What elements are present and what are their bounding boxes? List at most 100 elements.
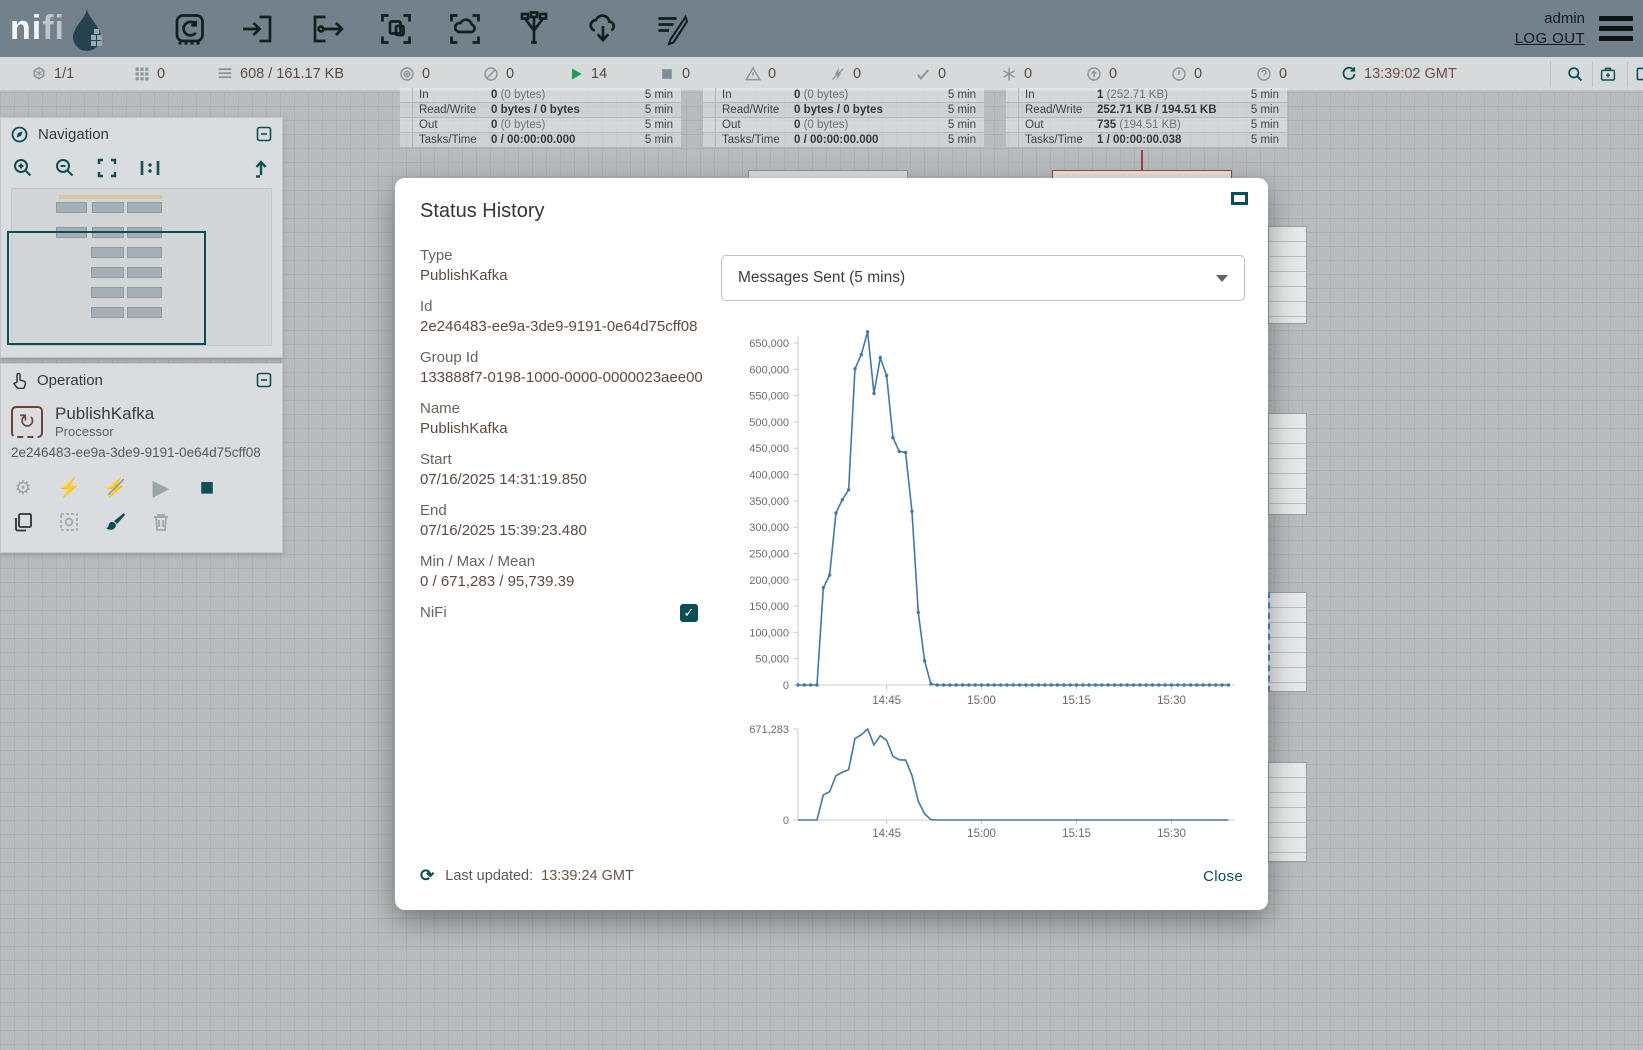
stat-value: 0 (0 bytes): [794, 118, 938, 132]
disable-bolt-slash-icon[interactable]: ⚡: [103, 476, 127, 500]
operation-title: Operation: [37, 372, 103, 389]
minimap-viewport[interactable]: [7, 231, 206, 345]
statusbar-stopped-components: 0: [658, 57, 690, 91]
statusbar-transmitting-remote: 0: [398, 57, 430, 91]
stat-label: In: [1019, 88, 1097, 102]
app-header: nifi admin: [0, 0, 1643, 57]
field-value: 07/16/2025 14:31:19.850: [420, 470, 705, 490]
field-group-id: Group Id 133888f7-0198-1000-0000-0000023…: [420, 348, 705, 388]
start-play-icon[interactable]: ▶: [149, 475, 173, 501]
field-end: End 07/16/2025 15:39:23.480: [420, 501, 705, 541]
chevron-down-icon: [1216, 275, 1228, 282]
refresh-icon[interactable]: [1340, 66, 1357, 83]
processor-stats-table: In 1 (252.71 KB) 5 min Read/Write 252.71…: [1006, 88, 1287, 148]
square-icon[interactable]: [1634, 66, 1643, 83]
field-name: Name PublishKafka: [420, 399, 705, 439]
stat-window: 5 min: [938, 88, 984, 102]
statusbar-count: 14: [591, 66, 607, 82]
medkit-icon[interactable]: [1599, 66, 1616, 83]
series-checkbox[interactable]: ✓: [680, 604, 698, 622]
refresh-icon[interactable]: ⟳: [420, 866, 434, 886]
svg-text:250,000: 250,000: [749, 548, 789, 560]
zoom-out-icon[interactable]: [55, 158, 75, 178]
global-menu-icon[interactable]: [1599, 11, 1633, 46]
warning-icon: [744, 66, 761, 83]
jump-up-icon[interactable]: [252, 158, 270, 178]
svg-text:0: 0: [783, 680, 789, 692]
field-type: Type PublishKafka: [420, 246, 705, 286]
stat-value: 0 bytes / 0 bytes: [794, 103, 938, 117]
zoom-in-icon[interactable]: [13, 158, 33, 178]
processor-icon[interactable]: [169, 9, 209, 49]
stat-window: 5 min: [1241, 103, 1287, 117]
stat-label: Tasks/Time: [716, 133, 794, 147]
clipboard-partial-button[interactable]: [1634, 57, 1643, 91]
statusbar-refresh[interactable]: 13:39:02 GMT: [1340, 57, 1457, 91]
check-icon: [914, 66, 931, 83]
remote-process-group-icon[interactable]: [445, 9, 485, 49]
color-brush-icon[interactable]: [103, 512, 127, 532]
collapse-operation-icon[interactable]: [256, 372, 272, 388]
field-value: PublishKafka: [420, 419, 705, 439]
process-group-icon[interactable]: [376, 9, 416, 49]
collapse-navigation-icon[interactable]: [256, 126, 272, 142]
component-toolbar: [169, 9, 692, 49]
delete-trash-icon[interactable]: [149, 512, 173, 532]
svg-text:200,000: 200,000: [749, 575, 789, 587]
metric-select[interactable]: Messages Sent (5 mins): [721, 255, 1245, 301]
enable-bolt-icon[interactable]: ⚡: [57, 476, 81, 500]
svg-text:14:45: 14:45: [872, 695, 901, 707]
dialog-footer: ⟳ Last updated: 13:39:24 GMT Close: [420, 862, 1243, 890]
stat-row: Read/Write 0 bytes / 0 bytes 5 min: [400, 103, 681, 118]
close-button[interactable]: Close: [1203, 868, 1243, 885]
connection-partial: [1268, 413, 1307, 515]
maximize-icon[interactable]: [1231, 192, 1248, 205]
stop-icon[interactable]: ■: [195, 474, 219, 502]
nifi-logo-text: nifi: [10, 9, 65, 48]
stat-label: Read/Write: [1019, 103, 1097, 117]
search-icon[interactable]: [1566, 66, 1583, 83]
label-icon[interactable]: [652, 9, 692, 49]
statusbar-count: 0: [938, 66, 946, 82]
stat-window: 5 min: [1241, 118, 1287, 132]
stat-window: 5 min: [1241, 133, 1287, 147]
navigation-title: Navigation: [38, 126, 109, 143]
flow-download-icon[interactable]: [583, 9, 623, 49]
stat-row: Tasks/Time 0 / 00:00:00.000 5 min: [703, 133, 984, 148]
logout-link[interactable]: LOG OUT: [1515, 29, 1585, 49]
statusbar-disabled-components: 0: [829, 57, 861, 91]
copy-icon[interactable]: [11, 512, 35, 532]
zoom-actual-icon[interactable]: [139, 158, 161, 178]
slash-circle-icon: [482, 66, 499, 83]
zoom-fit-icon[interactable]: [97, 158, 117, 178]
nifi-logo: nifi: [10, 7, 155, 51]
group-select-icon[interactable]: [57, 512, 81, 532]
stat-label: Read/Write: [716, 103, 794, 117]
statusbar-count: 0: [157, 66, 165, 82]
output-port-icon[interactable]: [307, 9, 347, 49]
navigation-minimap[interactable]: [11, 188, 272, 346]
stat-label: In: [716, 88, 794, 102]
statusbar-not-transmitting-remote: 0: [482, 57, 514, 91]
stat-label: Out: [1019, 118, 1097, 132]
statusbar-running-components: 14: [567, 57, 607, 91]
input-port-icon[interactable]: [238, 9, 278, 49]
svg-text:14:45: 14:45: [872, 828, 901, 840]
field-value: 07/16/2025 15:39:23.480: [420, 521, 705, 541]
statusbar-locally-modified-versioned: 0: [1000, 57, 1032, 91]
status-bar: 1/1 0 608 / 161.17 KB 0 0 14 0 0 0 0: [0, 57, 1643, 91]
stat-row: Out 735 (194.51 KB) 5 min: [1006, 118, 1287, 133]
stat-row: Read/Write 0 bytes / 0 bytes 5 min: [703, 103, 984, 118]
funnel-icon[interactable]: [514, 9, 554, 49]
series-label: NiFi: [420, 603, 447, 623]
stat-label: Tasks/Time: [413, 133, 491, 147]
search-button[interactable]: [1566, 57, 1583, 91]
flow-status-helper-button[interactable]: [1599, 57, 1616, 91]
operation-icon: [11, 372, 27, 389]
statusbar-count: 0: [1194, 66, 1202, 82]
configure-gear-icon[interactable]: ⚙: [11, 477, 35, 500]
field-label: Type: [420, 246, 705, 266]
stat-window: 5 min: [938, 133, 984, 147]
field-label: Id: [420, 297, 705, 317]
statusbar-count: 0: [1024, 66, 1032, 82]
